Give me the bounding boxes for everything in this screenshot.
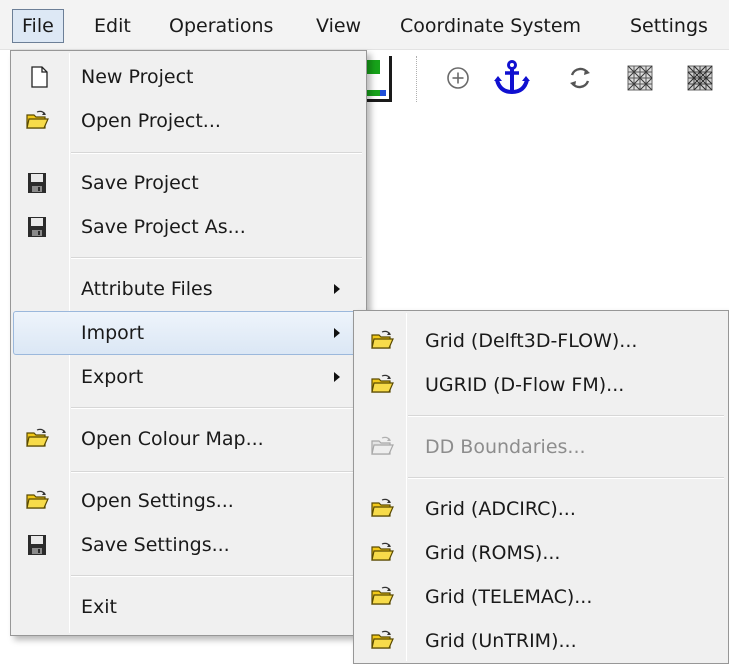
menu-separator [71, 152, 362, 154]
menu-bar: File Edit Operations View Coordinate Sys… [0, 0, 729, 50]
menu-separator [408, 477, 724, 479]
open-folder-icon [370, 541, 394, 565]
submenu-arrow-icon [334, 284, 340, 294]
menu-item-label: Import [81, 322, 145, 344]
grid-pattern-icon[interactable] [680, 58, 720, 98]
menu-separator [71, 471, 362, 473]
menu-edit[interactable]: Edit [84, 9, 141, 43]
menu-file[interactable]: File [12, 9, 64, 43]
menu-item-label: Exit [81, 596, 117, 618]
submenu-arrow-icon [334, 372, 340, 382]
menu-settings[interactable]: Settings [620, 9, 718, 43]
menu-item-label: Grid (Delft3D-FLOW)... [425, 330, 638, 352]
menu-item-grid-telemac[interactable]: Grid (TELEMAC)... [356, 575, 726, 619]
menu-item-dd-boundaries[interactable]: DD Boundaries... [356, 425, 726, 469]
import-submenu: Grid (Delft3D-FLOW)... UGRID (D-Flow FM)… [353, 310, 729, 664]
menu-item-label: Grid (UnTRIM)... [425, 630, 577, 652]
open-folder-icon [370, 585, 394, 609]
menu-operations[interactable]: Operations [159, 9, 283, 43]
menu-item-label: Export [81, 366, 144, 388]
file-menu: New Project Open Project... Save Project… [10, 50, 367, 636]
menu-separator [71, 257, 362, 259]
menu-item-grid-delft3d-flow[interactable]: Grid (Delft3D-FLOW)... [356, 319, 726, 363]
menu-item-grid-roms[interactable]: Grid (ROMS)... [356, 531, 726, 575]
menu-item-export[interactable]: Export [13, 355, 364, 399]
open-folder-icon [25, 489, 49, 513]
menu-item-label: Save Project As... [81, 216, 246, 238]
menu-item-label: Open Settings... [81, 490, 234, 512]
menu-item-label: Open Colour Map... [81, 428, 264, 450]
menu-item-open-colour-map[interactable]: Open Colour Map... [13, 417, 364, 461]
menu-item-label: Open Project... [81, 110, 221, 132]
menu-view[interactable]: View [306, 9, 371, 43]
menu-item-label: Attribute Files [81, 278, 213, 300]
open-folder-icon [370, 329, 394, 353]
submenu-arrow-icon [334, 328, 340, 338]
menu-item-open-settings[interactable]: Open Settings... [13, 479, 364, 523]
zoom-in-icon[interactable] [438, 58, 478, 98]
menu-item-label: DD Boundaries... [425, 436, 586, 458]
menu-item-label: UGRID (D-Flow FM)... [425, 374, 625, 396]
toolbar-separator [416, 56, 418, 102]
menu-separator [71, 407, 362, 409]
menu-item-save-project[interactable]: Save Project [13, 161, 364, 205]
menu-item-label: Grid (ADCIRC)... [425, 498, 576, 520]
menu-separator [408, 415, 724, 417]
menu-item-open-project[interactable]: Open Project... [13, 99, 364, 143]
menu-item-label: Grid (ROMS)... [425, 542, 561, 564]
anchor-icon[interactable] [492, 58, 532, 98]
floppy-disk-icon [25, 171, 49, 195]
menu-item-label: Save Settings... [81, 534, 230, 556]
menu-item-label: Grid (TELEMAC)... [425, 586, 593, 608]
floppy-disk-icon [25, 215, 49, 239]
open-folder-icon [370, 629, 394, 653]
menu-item-exit[interactable]: Exit [13, 585, 364, 629]
menu-separator [71, 575, 362, 577]
grid-pattern-icon[interactable] [620, 58, 660, 98]
floppy-disk-icon [25, 533, 49, 557]
menu-item-save-settings[interactable]: Save Settings... [13, 523, 364, 567]
menu-item-save-project-as[interactable]: Save Project As... [13, 205, 364, 249]
menu-item-new-project[interactable]: New Project [13, 55, 364, 99]
open-folder-icon [25, 109, 49, 133]
menu-item-import[interactable]: Import [13, 311, 364, 355]
new-document-icon [27, 65, 51, 89]
menu-item-attribute-files[interactable]: Attribute Files [13, 267, 364, 311]
open-folder-icon [370, 435, 394, 459]
menu-item-label: Save Project [81, 172, 199, 194]
menu-item-grid-adcirc[interactable]: Grid (ADCIRC)... [356, 487, 726, 531]
menu-item-ugrid-dflow-fm[interactable]: UGRID (D-Flow FM)... [356, 363, 726, 407]
menu-item-label: New Project [81, 66, 194, 88]
refresh-icon[interactable] [560, 58, 600, 98]
open-folder-icon [25, 427, 49, 451]
menu-coordinate-system[interactable]: Coordinate System [390, 9, 591, 43]
open-folder-icon [370, 373, 394, 397]
menu-item-grid-untrim[interactable]: Grid (UnTRIM)... [356, 619, 726, 663]
open-folder-icon [370, 497, 394, 521]
